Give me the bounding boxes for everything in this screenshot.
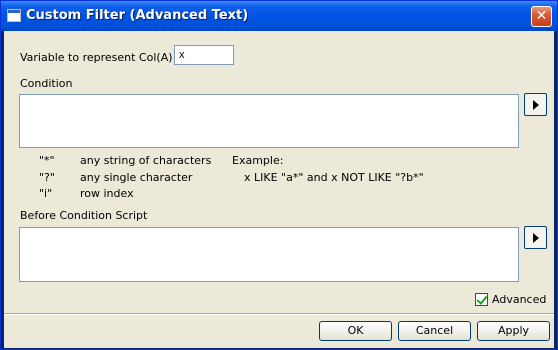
script-label: Before Condition Script [20, 209, 148, 222]
title-bar[interactable]: Custom Filter (Advanced Text) ✕ [1, 1, 557, 31]
ok-button[interactable]: OK [319, 321, 392, 341]
window-title: Custom Filter (Advanced Text) [26, 8, 249, 23]
legend-description: any string of characters [80, 154, 212, 167]
cancel-button[interactable]: Cancel [398, 321, 471, 341]
condition-insert-button[interactable] [524, 93, 547, 116]
legend-description: any single character [80, 171, 193, 184]
example-text: x LIKE "a*" and x NOT LIKE "?b*" [244, 171, 424, 184]
variable-label: Variable to represent Col(A) [20, 51, 173, 64]
legend-description: row index [80, 187, 134, 200]
example-label: Example: [232, 154, 284, 167]
dialog-body: Variable to represent Col(A) Condition "… [4, 31, 554, 348]
close-icon: ✕ [535, 8, 548, 24]
variable-input[interactable] [174, 45, 234, 65]
legend-symbol: "?" [39, 171, 55, 184]
advanced-checkbox[interactable] [475, 293, 488, 306]
close-button[interactable]: ✕ [531, 6, 552, 27]
custom-filter-dialog: Custom Filter (Advanced Text) ✕ Variable… [0, 0, 558, 350]
apply-button[interactable]: Apply [477, 321, 550, 341]
button-bar: OK Cancel Apply [4, 314, 554, 348]
script-insert-button[interactable] [524, 226, 547, 249]
condition-textarea[interactable] [19, 94, 519, 148]
legend-symbol: "i" [39, 187, 53, 200]
condition-label: Condition [20, 77, 73, 90]
advanced-label[interactable]: Advanced [492, 293, 546, 306]
script-textarea[interactable] [19, 227, 519, 282]
window-icon [7, 9, 21, 22]
legend-symbol: "*" [39, 154, 55, 167]
